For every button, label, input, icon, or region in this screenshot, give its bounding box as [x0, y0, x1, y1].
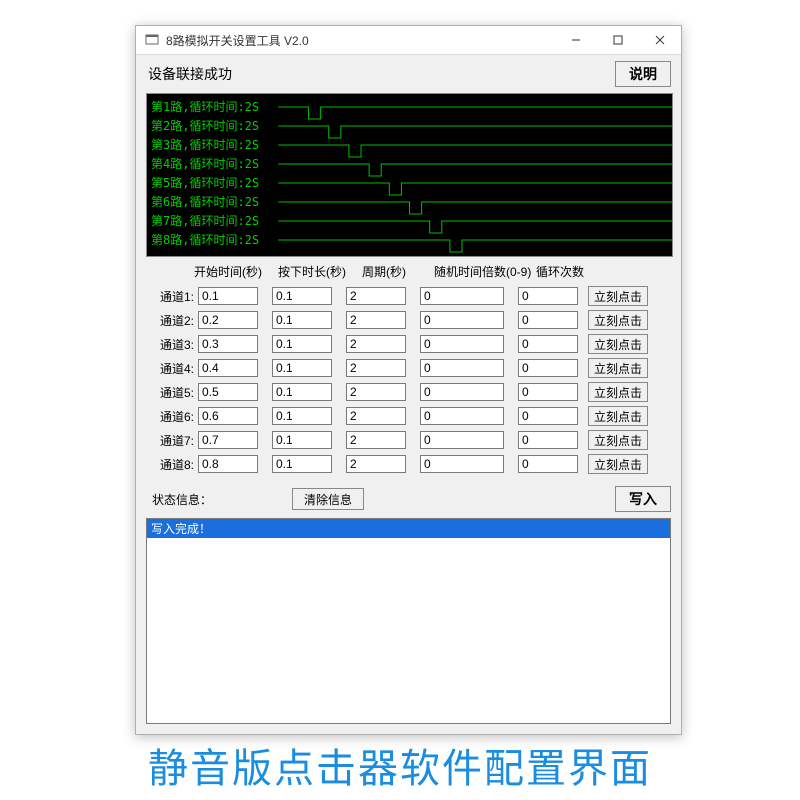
loop-count-input[interactable]	[518, 311, 578, 329]
close-button[interactable]	[639, 26, 681, 54]
random-mult-input[interactable]	[420, 407, 504, 425]
loop-count-input[interactable]	[518, 359, 578, 377]
wave-label-5: 第5路,循环时间:2S	[151, 177, 259, 189]
wave-label-8: 第8路,循环时间:2S	[151, 234, 259, 246]
app-window: 8路模拟开关设置工具 V2.0 设备联接成功 说明	[135, 25, 682, 735]
col-start-time: 开始时间(秒)	[194, 263, 278, 280]
channel-row-6: 通道6: 立刻点击	[146, 406, 671, 426]
write-button[interactable]: 写入	[615, 486, 671, 512]
channel-label: 通道8:	[146, 456, 198, 473]
start-time-input[interactable]	[198, 311, 258, 329]
channel-label: 通道6:	[146, 408, 198, 425]
channel-row-8: 通道8: 立刻点击	[146, 454, 671, 474]
titlebar: 8路模拟开关设置工具 V2.0	[136, 26, 681, 55]
window-title: 8路模拟开关设置工具 V2.0	[166, 32, 555, 49]
click-now-button[interactable]: 立刻点击	[588, 286, 648, 306]
press-length-input[interactable]	[272, 359, 332, 377]
channel-label: 通道3:	[146, 336, 198, 353]
click-now-button[interactable]: 立刻点击	[588, 334, 648, 354]
random-mult-input[interactable]	[420, 335, 504, 353]
wave-label-1: 第1路,循环时间:2S	[151, 101, 259, 113]
wave-label-3: 第3路,循环时间:2S	[151, 139, 259, 151]
channel-label: 通道7:	[146, 432, 198, 449]
channel-row-1: 通道1: 立刻点击	[146, 286, 671, 306]
channel-row-5: 通道5: 立刻点击	[146, 382, 671, 402]
random-mult-input[interactable]	[420, 359, 504, 377]
col-loop-count: 循环次数	[536, 263, 608, 280]
random-mult-input[interactable]	[420, 287, 504, 305]
status-log[interactable]: 写入完成！	[146, 518, 671, 724]
waveform-display: 第1路,循环时间:2S 第2路,循环时间:2S 第3路,循环时间:2S 第4路,…	[146, 93, 673, 257]
status-info-label: 状态信息：	[146, 491, 224, 508]
col-press-length: 按下时长(秒)	[278, 263, 362, 280]
channel-label: 通道5:	[146, 384, 198, 401]
random-mult-input[interactable]	[420, 311, 504, 329]
loop-count-input[interactable]	[518, 383, 578, 401]
loop-count-input[interactable]	[518, 431, 578, 449]
wave-label-4: 第4路,循环时间:2S	[151, 158, 259, 170]
click-now-button[interactable]: 立刻点击	[588, 358, 648, 378]
click-now-button[interactable]: 立刻点击	[588, 430, 648, 450]
channel-row-2: 通道2: 立刻点击	[146, 310, 671, 330]
column-headers: 开始时间(秒) 按下时长(秒) 周期(秒) 随机时间倍数(0-9) 循环次数	[146, 263, 671, 280]
minimize-button[interactable]	[555, 26, 597, 54]
window-buttons	[555, 26, 681, 54]
period-input[interactable]	[346, 359, 406, 377]
random-mult-input[interactable]	[420, 455, 504, 473]
click-now-button[interactable]: 立刻点击	[588, 454, 648, 474]
period-input[interactable]	[346, 311, 406, 329]
start-time-input[interactable]	[198, 383, 258, 401]
col-random-mult: 随机时间倍数(0-9)	[434, 263, 536, 280]
press-length-input[interactable]	[272, 455, 332, 473]
period-input[interactable]	[346, 407, 406, 425]
channel-label: 通道1:	[146, 288, 198, 305]
click-now-button[interactable]: 立刻点击	[588, 382, 648, 402]
press-length-input[interactable]	[272, 335, 332, 353]
start-time-input[interactable]	[198, 407, 258, 425]
maximize-button[interactable]	[597, 26, 639, 54]
app-icon	[144, 32, 160, 48]
clear-log-button[interactable]: 清除信息	[292, 488, 364, 510]
col-period: 周期(秒)	[362, 263, 434, 280]
loop-count-input[interactable]	[518, 407, 578, 425]
click-now-button[interactable]: 立刻点击	[588, 406, 648, 426]
loop-count-input[interactable]	[518, 287, 578, 305]
period-input[interactable]	[346, 383, 406, 401]
random-mult-input[interactable]	[420, 431, 504, 449]
random-mult-input[interactable]	[420, 383, 504, 401]
channel-row-7: 通道7: 立刻点击	[146, 430, 671, 450]
period-input[interactable]	[346, 287, 406, 305]
channel-row-4: 通道4: 立刻点击	[146, 358, 671, 378]
channel-label: 通道2:	[146, 312, 198, 329]
channel-label: 通道4:	[146, 360, 198, 377]
wave-label-6: 第6路,循环时间:2S	[151, 196, 259, 208]
period-input[interactable]	[346, 455, 406, 473]
click-now-button[interactable]: 立刻点击	[588, 310, 648, 330]
client-area: 设备联接成功 说明 第1路,循环时间:2S	[136, 55, 681, 734]
period-input[interactable]	[346, 335, 406, 353]
channel-row-3: 通道3: 立刻点击	[146, 334, 671, 354]
loop-count-input[interactable]	[518, 335, 578, 353]
wave-label-7: 第7路,循环时间:2S	[151, 215, 259, 227]
image-caption: 静音版点击器软件配置界面	[0, 736, 800, 794]
start-time-input[interactable]	[198, 455, 258, 473]
press-length-input[interactable]	[272, 383, 332, 401]
period-input[interactable]	[346, 431, 406, 449]
press-length-input[interactable]	[272, 407, 332, 425]
device-status-label: 设备联接成功	[146, 64, 232, 84]
start-time-input[interactable]	[198, 287, 258, 305]
start-time-input[interactable]	[198, 335, 258, 353]
start-time-input[interactable]	[198, 359, 258, 377]
press-length-input[interactable]	[272, 431, 332, 449]
help-button[interactable]: 说明	[615, 61, 671, 87]
log-entry: 写入完成！	[147, 519, 670, 538]
loop-count-input[interactable]	[518, 455, 578, 473]
press-length-input[interactable]	[272, 287, 332, 305]
press-length-input[interactable]	[272, 311, 332, 329]
wave-label-2: 第2路,循环时间:2S	[151, 120, 259, 132]
start-time-input[interactable]	[198, 431, 258, 449]
